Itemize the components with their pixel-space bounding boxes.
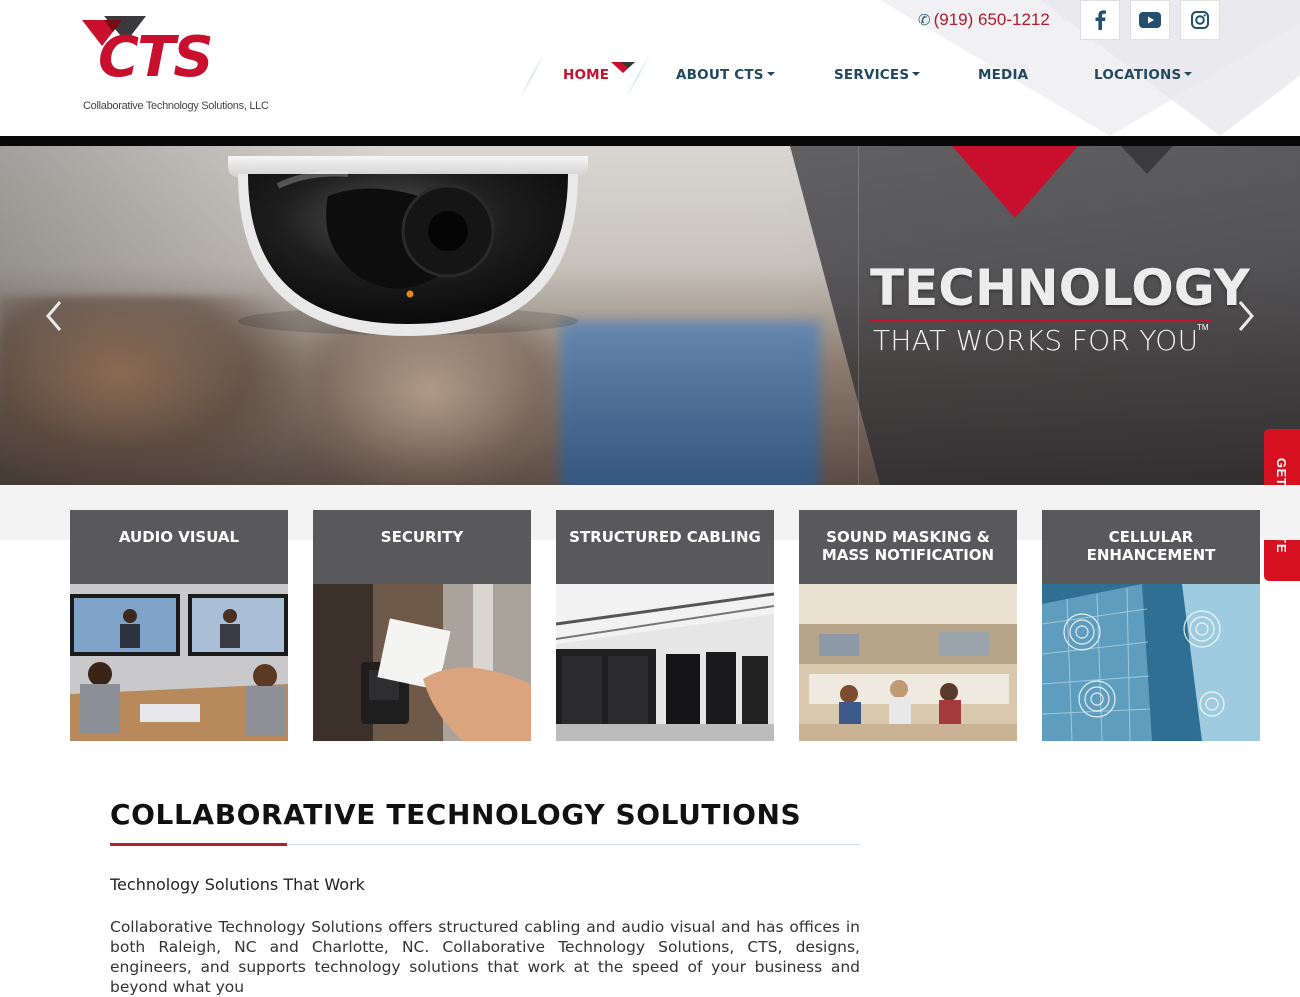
hero-divider	[858, 146, 859, 485]
nav-services[interactable]: SERVICES	[834, 67, 921, 83]
hero-tagline: THAT WORKS FOR YOU	[873, 324, 1199, 357]
nav-about-label: ABOUT CTS	[676, 67, 764, 83]
service-card-title-line2: MASS NOTIFICATION	[821, 546, 995, 564]
youtube-icon	[1139, 12, 1161, 28]
intro-paragraph: Collaborative Technology Solutions offer…	[110, 918, 860, 996]
hero-dark-triangle	[1121, 146, 1173, 174]
chevron-down-icon	[766, 72, 775, 76]
nav-about[interactable]: ABOUT CTS	[676, 67, 775, 83]
service-card-title: CELLULAR ENHANCEMENT	[1087, 528, 1216, 564]
sound-masking-image	[799, 584, 1017, 741]
service-card-title-line2: ENHANCEMENT	[1086, 546, 1216, 564]
phone-link[interactable]: ✆ (919) 650-1212	[918, 10, 1050, 30]
trademark-mark: TM	[1197, 323, 1209, 332]
chevron-down-icon	[912, 72, 921, 76]
service-card-title: SECURITY	[380, 528, 464, 546]
service-card-header: STRUCTURED CABLING	[556, 510, 774, 584]
instagram-icon	[1191, 11, 1209, 29]
phone-number: (919) 650-1212	[933, 10, 1050, 29]
hero-background	[300, 326, 560, 485]
hero-headline: TECHNOLOGY	[870, 259, 1250, 317]
service-card-title-line1: SOUND MASKING &	[826, 528, 990, 546]
logo-subtitle: Collaborative Technology Solutions, LLC	[83, 100, 269, 112]
youtube-button[interactable]	[1130, 0, 1170, 40]
service-card-sound-masking[interactable]: SOUND MASKING & MASS NOTIFICATION	[799, 510, 1017, 741]
nav-locations-label: LOCATIONS	[1094, 67, 1182, 83]
chevron-down-icon	[1184, 72, 1193, 76]
logo-wordmark: CTS	[98, 25, 214, 90]
instagram-button[interactable]	[1180, 0, 1220, 40]
title-accent-underline	[110, 843, 287, 846]
chevron-right-icon[interactable]	[1230, 296, 1260, 336]
service-card-header: SECURITY	[313, 510, 531, 584]
service-card-security[interactable]: SECURITY	[313, 510, 531, 741]
service-card-title: STRUCTURED CABLING	[569, 528, 761, 546]
audio-visual-image	[70, 584, 288, 741]
hero-red-triangle	[952, 146, 1078, 218]
phone-icon: ✆	[918, 12, 931, 29]
security-image	[313, 584, 531, 741]
hero-background	[560, 321, 820, 485]
service-card-title-line1: CELLULAR	[1108, 528, 1194, 546]
service-card-title: AUDIO VISUAL	[118, 528, 240, 546]
service-card-audio-visual[interactable]: AUDIO VISUAL	[70, 510, 288, 741]
nav-home[interactable]: HOME	[563, 67, 609, 83]
service-card-structured-cabling[interactable]: STRUCTURED CABLING	[556, 510, 774, 741]
active-indicator-icon	[611, 62, 635, 73]
hero-rule	[870, 320, 1212, 322]
facebook-icon	[1095, 10, 1106, 30]
service-card-header: SOUND MASKING & MASS NOTIFICATION	[799, 510, 1017, 584]
section-subtitle: Technology Solutions That Work	[110, 875, 365, 894]
service-card-cellular[interactable]: CELLULAR ENHANCEMENT	[1042, 510, 1260, 741]
site-logo[interactable]: CTS Collaborative Technology Solutions, …	[82, 16, 269, 116]
cellular-enhancement-image	[1042, 584, 1260, 741]
security-camera-image	[228, 156, 588, 336]
structured-cabling-image	[556, 584, 774, 741]
service-card-header: AUDIO VISUAL	[70, 510, 288, 584]
nav-divider	[624, 52, 652, 100]
nav-locations[interactable]: LOCATIONS	[1094, 67, 1193, 83]
nav-services-label: SERVICES	[834, 67, 910, 83]
site-header: CTS Collaborative Technology Solutions, …	[0, 0, 1300, 136]
main-nav: HOME ABOUT CTS SERVICES MEDIA LOCATIONS	[515, 50, 1215, 100]
page-title: COLLABORATIVE TECHNOLOGY SOLUTIONS	[110, 798, 802, 831]
nav-media-label: MEDIA	[978, 67, 1029, 83]
service-card-header: CELLULAR ENHANCEMENT	[1042, 510, 1260, 584]
header-divider-bar	[0, 136, 1300, 146]
nav-home-label: HOME	[563, 67, 610, 83]
nav-divider	[518, 52, 546, 100]
hero-slider: TECHNOLOGY THAT WORKS FOR YOU TM	[0, 146, 1300, 485]
chevron-left-icon[interactable]	[40, 296, 70, 336]
facebook-button[interactable]	[1080, 0, 1120, 40]
nav-media[interactable]: MEDIA	[978, 67, 1028, 83]
service-card-title: SOUND MASKING & MASS NOTIFICATION	[822, 528, 994, 564]
